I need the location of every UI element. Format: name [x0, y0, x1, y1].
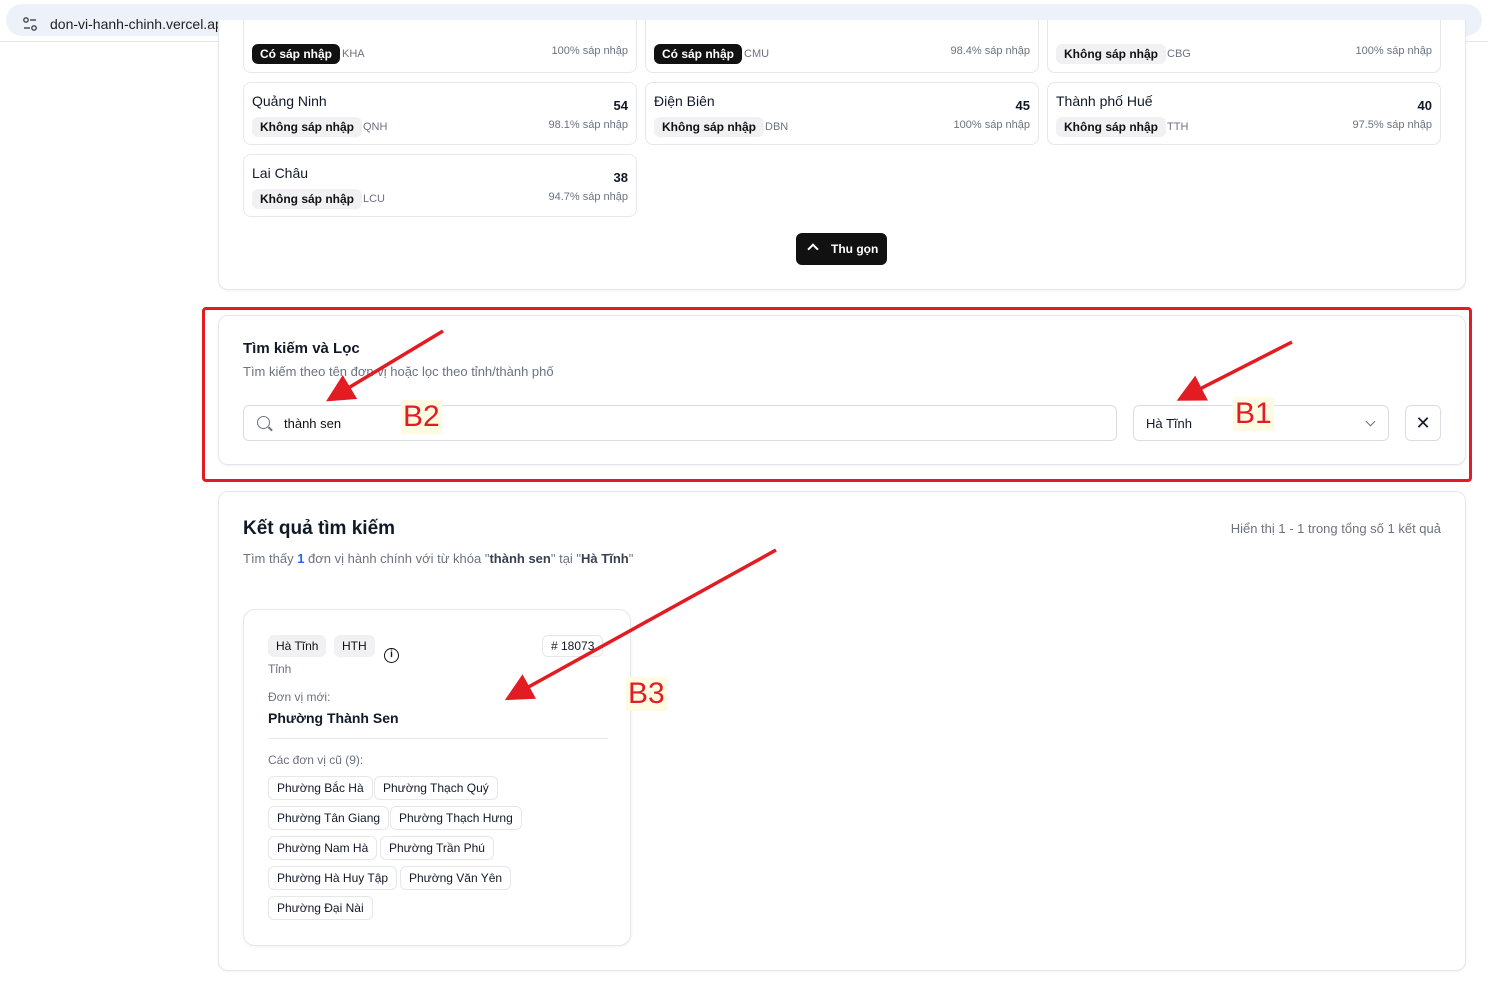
old-unit-chip: Phường Thạch Hưng: [390, 806, 522, 830]
merge-percent: 100% sáp nhập: [1355, 45, 1432, 57]
old-unit-chip: Phường Đại Nài: [268, 896, 373, 920]
old-unit-chip: Phường Hà Huy Tập: [268, 866, 398, 890]
results-province: Hà Tĩnh: [581, 551, 629, 566]
province-type: Tỉnh: [268, 662, 292, 676]
province-unit-count: 38: [613, 170, 628, 185]
old-units-label: Các đơn vị cũ (9):: [268, 753, 364, 767]
annotation-label-b1: B1: [1233, 397, 1274, 431]
province-name: Lai Châu: [252, 165, 309, 181]
province-code: CBG: [1167, 48, 1191, 60]
unit-id-tag: # 18073: [542, 635, 604, 657]
collapse-button-label: Thu gọn: [831, 242, 879, 256]
merge-percent: 94.7% sáp nhập: [548, 191, 628, 203]
annotation-label-b2: B2: [401, 400, 442, 434]
old-unit-chip: Phường Tân Giang: [268, 806, 390, 830]
province-name: Điện Biên: [654, 93, 715, 109]
info-icon[interactable]: i: [384, 648, 399, 663]
merge-percent: 98.4% sáp nhập: [950, 45, 1030, 57]
province-code: QNH: [363, 121, 388, 133]
merge-status-badge: Không sáp nhập: [1056, 117, 1166, 137]
province-tag: Hà Tĩnh: [268, 635, 327, 657]
merge-percent: 100% sáp nhập: [953, 119, 1030, 131]
merge-percent: 100% sáp nhập: [551, 45, 628, 57]
province-card[interactable]: Quảng Ninh 54 Không sáp nhập QNH 98.1% s…: [243, 82, 637, 145]
province-code: KHA: [342, 48, 365, 60]
old-unit-chip: Phường Trần Phú: [380, 836, 494, 860]
old-unit-chip: Phường Thạch Quý: [374, 776, 498, 800]
old-unit-chip: Phường Văn Yên: [400, 866, 512, 890]
province-name: Thành phố Huế: [1056, 93, 1153, 109]
divider: [268, 738, 608, 739]
province-unit-count: 40: [1417, 98, 1432, 113]
results-keyword: thành sen: [489, 551, 551, 566]
province-card[interactable]: Có sáp nhập CMU 98.4% sáp nhập: [645, 20, 1039, 73]
province-card[interactable]: Không sáp nhập CBG 100% sáp nhập: [1047, 20, 1441, 73]
province-code: DBN: [765, 121, 789, 133]
merge-status-badge: Không sáp nhập: [654, 117, 764, 137]
result-card[interactable]: Hà Tĩnh HTH i # 18073 Tỉnh Đơn vị mới: P…: [243, 609, 631, 946]
merge-status-badge: Có sáp nhập: [252, 44, 341, 64]
site-settings-icon[interactable]: [22, 16, 38, 32]
province-unit-count: 45: [1015, 98, 1030, 113]
merge-status-badge: Không sáp nhập: [252, 189, 362, 209]
merge-percent: 97.5% sáp nhập: [1352, 119, 1432, 131]
province-card[interactable]: Điện Biên 45 Không sáp nhập DBN 100% sáp…: [645, 82, 1039, 145]
collapse-button[interactable]: Thu gọn: [796, 233, 887, 265]
province-code-tag: HTH: [334, 635, 375, 657]
merge-status-badge: Có sáp nhập: [654, 44, 743, 64]
new-unit-label: Đơn vị mới:: [268, 690, 331, 704]
merge-percent: 98.1% sáp nhập: [548, 119, 628, 131]
province-code: LCU: [363, 193, 386, 205]
results-range: Hiển thị 1 - 1 trong tổng số 1 kết quả: [1230, 521, 1441, 536]
province-code: CMU: [744, 48, 770, 60]
chevron-up-icon: [807, 243, 819, 255]
old-unit-chip: Phường Bắc Hà: [268, 776, 373, 800]
annotation-highlight-box: [202, 307, 1472, 482]
merge-status-badge: Không sáp nhập: [1056, 44, 1166, 64]
url-text: don-vi-hanh-chinh.vercel.app: [50, 16, 231, 32]
annotation-label-b3: B3: [626, 677, 667, 711]
province-card[interactable]: Thành phố Huế 40 Không sáp nhập TTH 97.5…: [1047, 82, 1441, 145]
province-code: TTH: [1167, 121, 1189, 133]
merge-status-badge: Không sáp nhập: [252, 117, 362, 137]
province-card[interactable]: Có sáp nhập KHA 100% sáp nhập: [243, 20, 637, 73]
results-summary: Tìm thấy 1 đơn vị hành chính với từ khóa…: [243, 551, 634, 566]
province-unit-count: 54: [613, 98, 628, 113]
new-unit-name: Phường Thành Sen: [268, 710, 399, 726]
province-card[interactable]: Lai Châu 38 Không sáp nhập LCU 94.7% sáp…: [243, 154, 637, 217]
province-name: Quảng Ninh: [252, 93, 327, 109]
old-unit-chip: Phường Nam Hà: [268, 836, 378, 860]
results-title: Kết quả tìm kiếm: [243, 518, 396, 539]
